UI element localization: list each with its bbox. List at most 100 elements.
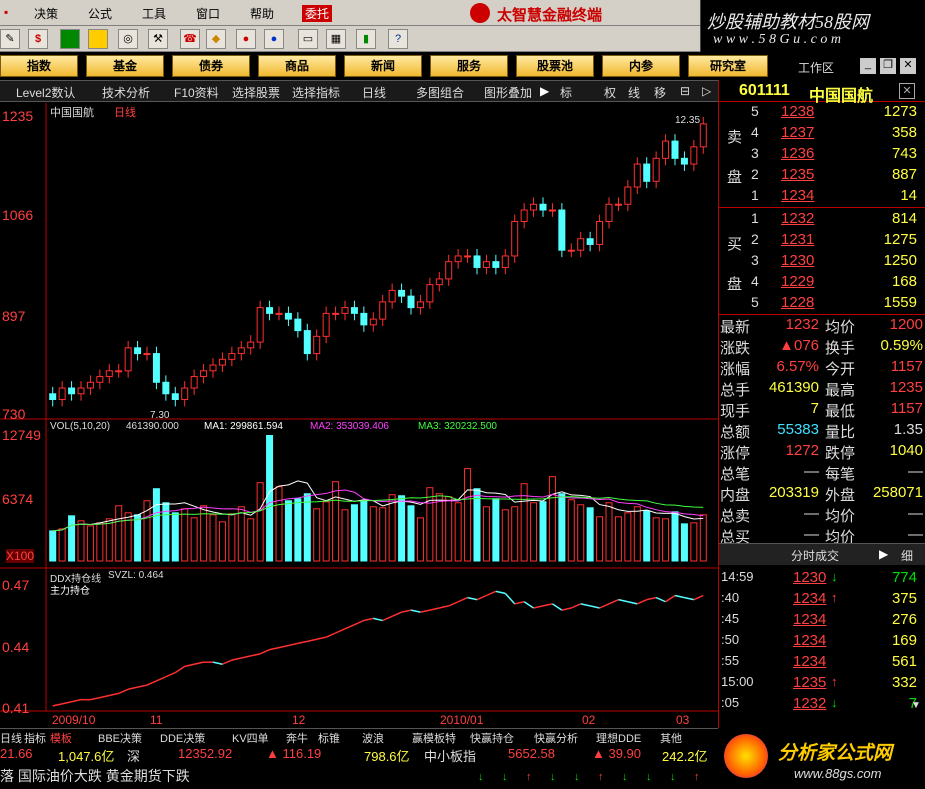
nav-index[interactable]: 指数 — [0, 55, 78, 77]
ticks-detail-button[interactable]: 细 — [901, 547, 913, 564]
book-price[interactable]: 1236 — [781, 145, 814, 162]
play-icon[interactable]: ▶ — [540, 84, 549, 98]
close-panel-icon[interactable]: ✕ — [899, 83, 915, 99]
book-price[interactable]: 1228 — [781, 294, 814, 311]
volume-bar — [256, 482, 264, 562]
bottom-tab[interactable]: 快赢持仓 — [470, 730, 514, 746]
candle-body — [539, 203, 547, 211]
nav-insider[interactable]: 内参 — [602, 55, 680, 77]
bottom-tab[interactable]: 赢模板特 — [412, 730, 456, 746]
stat-value: 258071 — [872, 484, 923, 501]
news-text[interactable]: 落 国际油价大跌 黄金期货下跌 — [0, 766, 190, 786]
menu-trade[interactable]: 委托 — [302, 5, 333, 22]
flag-cn-icon[interactable] — [88, 29, 108, 49]
candle-body — [445, 261, 453, 280]
overlay-button[interactable]: 图形叠加 — [484, 84, 532, 101]
line-button[interactable]: 线 — [628, 84, 640, 101]
fullscreen-icon[interactable]: ⊟ — [680, 84, 690, 98]
tools-icon[interactable]: ⚒ — [148, 29, 168, 49]
tick-price[interactable]: 1230 — [793, 569, 826, 586]
binoculars-icon[interactable]: ◎ — [118, 29, 138, 49]
collapse-icon[interactable]: ▷ — [702, 84, 711, 98]
nav-stock-pool[interactable]: 股票池 — [516, 55, 594, 77]
window-icon[interactable]: ▭ — [298, 29, 318, 49]
minimize-icon[interactable]: _ — [860, 58, 876, 74]
nav-fund[interactable]: 基金 — [86, 55, 164, 77]
bottom-tab[interactable]: 理想DDE — [596, 730, 641, 746]
rights-button[interactable]: 权 — [604, 84, 616, 101]
book-price[interactable]: 1231 — [781, 231, 814, 248]
volume-bar — [181, 508, 189, 562]
bottom-tab[interactable]: DDE决策 — [160, 730, 205, 746]
period-dropdown[interactable]: 日线 — [362, 84, 386, 101]
level2-dropdown[interactable]: Level2数认 — [16, 84, 75, 101]
mark-button[interactable]: 标 — [560, 84, 572, 101]
kline-chart[interactable]: 中国国航 日线 1235 1066 897 730 7.30 12.35 VOL… — [0, 103, 718, 728]
bottom-tab[interactable]: 波浪 — [362, 730, 384, 746]
multi-chart-button[interactable]: 多图组合 — [416, 84, 464, 101]
book-price[interactable]: 1235 — [781, 166, 814, 183]
tick-price[interactable]: 1234 — [793, 653, 826, 670]
menu-decision[interactable]: 决策 — [34, 5, 58, 22]
book-price[interactable]: 1234 — [781, 187, 814, 204]
select-indicator-button[interactable]: 选择指标 — [292, 84, 340, 101]
select-stock-button[interactable]: 选择股票 — [232, 84, 280, 101]
dollar-icon[interactable]: $ — [28, 29, 48, 49]
bottom-tab[interactable]: KV四单 — [232, 730, 269, 746]
book-price[interactable]: 1229 — [781, 273, 814, 290]
tech-analysis-dropdown[interactable]: 技术分析 — [102, 84, 150, 101]
candle-body — [360, 312, 368, 326]
menu-window[interactable]: 窗口 — [196, 5, 220, 22]
tick-price[interactable]: 1234 — [793, 590, 826, 607]
book-price[interactable]: 1238 — [781, 103, 814, 120]
scroll-down-icon[interactable]: ▼ — [911, 700, 921, 711]
ddx-segment — [684, 596, 695, 601]
candle-body — [548, 209, 556, 212]
pill-icon[interactable]: ● — [236, 29, 256, 49]
menu-tools[interactable]: 工具 — [142, 5, 166, 22]
tick-price[interactable]: 1232 — [793, 695, 826, 712]
globe-icon[interactable]: ● — [264, 29, 284, 49]
close-icon[interactable]: ✕ — [900, 58, 916, 74]
news-icon[interactable]: ☎ — [180, 29, 200, 49]
workspace-bar: 工作区 _ ❐ ✕ — [780, 55, 925, 79]
help-icon[interactable]: ? — [388, 29, 408, 49]
bottom-tab[interactable]: 模板 — [50, 730, 72, 746]
book-price[interactable]: 1230 — [781, 252, 814, 269]
tick-price[interactable]: 1234 — [793, 632, 826, 649]
bars-icon[interactable]: ▮ — [356, 29, 376, 49]
bottom-tab[interactable]: 日线 — [0, 730, 22, 746]
nav-bond[interactable]: 债券 — [172, 55, 250, 77]
bottom-tab[interactable]: 标锥 — [318, 730, 340, 746]
bottom-tab[interactable]: 其他 — [660, 730, 682, 746]
book-price[interactable]: 1232 — [781, 210, 814, 227]
pen-icon[interactable]: ✎ — [0, 29, 20, 49]
menu-formula[interactable]: 公式 — [88, 5, 112, 22]
bottom-tab[interactable]: BBE决策 — [98, 730, 142, 746]
menu-help[interactable]: 帮助 — [250, 5, 274, 22]
nav-research[interactable]: 研究室 — [688, 55, 768, 77]
ddx-segment — [71, 698, 82, 703]
flag-br-icon[interactable] — [60, 29, 80, 49]
ticks-play-icon[interactable]: ▶ — [879, 547, 888, 561]
tick-price[interactable]: 1234 — [793, 611, 826, 628]
candle-body — [86, 381, 94, 389]
stat-label: 跌停 — [825, 445, 856, 462]
diamond-icon[interactable]: ◆ — [206, 29, 226, 49]
bottom-tab[interactable]: 奔牛 — [286, 730, 308, 746]
candle-body — [341, 307, 349, 314]
chart-canvas[interactable] — [0, 103, 718, 728]
nav-news[interactable]: 新闻 — [344, 55, 422, 77]
keyboard-icon[interactable]: ▦ — [326, 29, 346, 49]
bottom-tab[interactable]: 快赢分析 — [534, 730, 578, 746]
volume-bar — [360, 500, 368, 562]
nav-service[interactable]: 服务 — [430, 55, 508, 77]
move-button[interactable]: 移 — [654, 84, 666, 101]
date-tick: 02 — [582, 713, 596, 727]
nav-commodity[interactable]: 商品 — [258, 55, 336, 77]
book-price[interactable]: 1237 — [781, 124, 814, 141]
f10-button[interactable]: F10资料 — [174, 84, 219, 101]
restore-icon[interactable]: ❐ — [880, 58, 896, 74]
bottom-tab[interactable]: 指标 — [24, 730, 46, 746]
tick-price[interactable]: 1235 — [793, 674, 826, 691]
